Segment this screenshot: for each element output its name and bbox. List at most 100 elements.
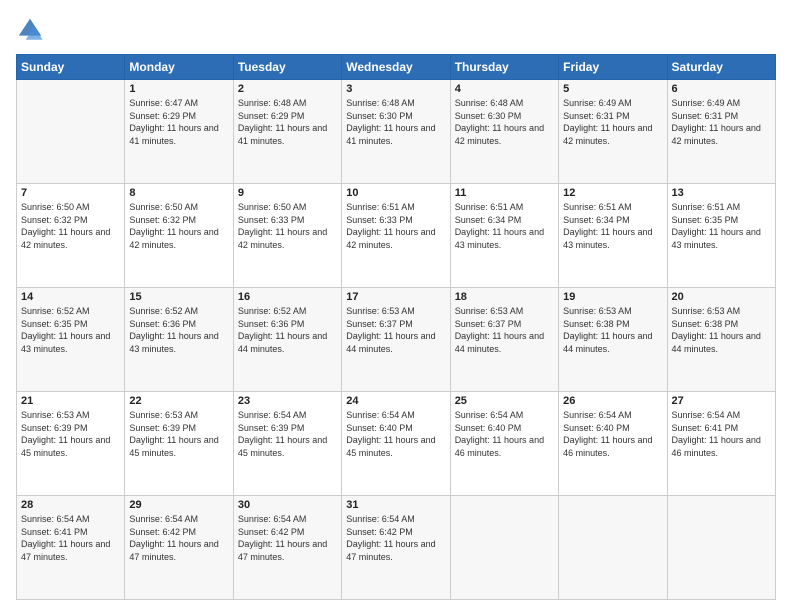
calendar-table: SundayMondayTuesdayWednesdayThursdayFrid… [16,54,776,600]
cell-info: Sunrise: 6:53 AMSunset: 6:39 PMDaylight:… [21,409,120,459]
col-header-friday: Friday [559,55,667,80]
day-number: 1 [129,83,228,95]
table-row: 14Sunrise: 6:52 AMSunset: 6:35 PMDayligh… [17,288,125,392]
table-row: 7 Sunrise: 6:50 AMSunset: 6:32 PMDaylight… [17,184,125,288]
table-row: 20 Sunrise: 6:53 AMSunset: 6:38 PMDayligh… [667,288,775,392]
table-row: 10Sunrise: 6:51 AMSunset: 6:33 PMDayligh… [342,184,450,288]
cell-info: Sunrise: 6:49 AMSunset: 6:31 PMDaylight:… [563,97,662,147]
cell-info: Sunrise: 6:51 AMSunset: 6:35 PMDaylight:… [672,201,771,251]
header [16,16,776,44]
cell-info: Sunrise: 6:52 AMSunset: 6:36 PMDaylight:… [129,305,228,355]
day-number: 25 [455,395,554,407]
table-row: 13 Sunrise: 6:51 AMSunset: 6:35 PMDayligh… [667,184,775,288]
table-row [450,496,558,600]
table-row: 25 Sunrise: 6:54 AMSunset: 6:40 PMDayligh… [450,392,558,496]
table-row: 1 Sunrise: 6:47 AMSunset: 6:29 PMDaylight… [125,80,233,184]
table-row: 31 Sunrise: 6:54 AMSunset: 6:42 PMDayligh… [342,496,450,600]
cell-info: Sunrise: 6:53 AMSunset: 6:39 PMDaylight:… [129,409,228,459]
cell-info: Sunrise: 6:51 AMSunset: 6:34 PMDaylight:… [455,201,554,251]
day-number: 8 [129,187,228,199]
cell-info: Sunrise: 6:54 AMSunset: 6:40 PMDaylight:… [563,409,662,459]
cell-info: Sunrise: 6:48 AMSunset: 6:30 PMDaylight:… [346,97,445,147]
cell-info: Sunrise: 6:48 AMSunset: 6:29 PMDaylight:… [238,97,337,147]
logo-icon [16,16,44,44]
col-header-monday: Monday [125,55,233,80]
table-row: 27 Sunrise: 6:54 AMSunset: 6:41 PMDayligh… [667,392,775,496]
day-number: 31 [346,499,445,511]
day-number: 29 [129,499,228,511]
cell-info: Sunrise: 6:54 AMSunset: 6:39 PMDaylight:… [238,409,337,459]
cell-info: Sunrise: 6:54 AMSunset: 6:42 PMDaylight:… [129,513,228,563]
cell-info: Sunrise: 6:54 AMSunset: 6:42 PMDaylight:… [346,513,445,563]
logo [16,16,48,44]
day-number: 15 [129,291,228,303]
table-row: 2 Sunrise: 6:48 AMSunset: 6:29 PMDaylight… [233,80,341,184]
day-number: 7 [21,187,120,199]
cell-info: Sunrise: 6:50 AMSunset: 6:32 PMDaylight:… [21,201,120,251]
table-row: 9 Sunrise: 6:50 AMSunset: 6:33 PMDaylight… [233,184,341,288]
day-number: 16 [238,291,337,303]
day-number: 23 [238,395,337,407]
cell-info: Sunrise: 6:54 AMSunset: 6:42 PMDaylight:… [238,513,337,563]
cell-info: Sunrise: 6:48 AMSunset: 6:30 PMDaylight:… [455,97,554,147]
cell-info: Sunrise: 6:53 AMSunset: 6:38 PMDaylight:… [672,305,771,355]
day-number: 11 [455,187,554,199]
day-number: 9 [238,187,337,199]
cell-info: Sunrise: 6:54 AMSunset: 6:40 PMDaylight:… [455,409,554,459]
day-number: 4 [455,83,554,95]
day-number: 19 [563,291,662,303]
table-row: 3Sunrise: 6:48 AMSunset: 6:30 PMDaylight… [342,80,450,184]
day-number: 6 [672,83,771,95]
table-row: 18 Sunrise: 6:53 AMSunset: 6:37 PMDayligh… [450,288,558,392]
day-number: 24 [346,395,445,407]
col-header-sunday: Sunday [17,55,125,80]
table-row: 23 Sunrise: 6:54 AMSunset: 6:39 PMDayligh… [233,392,341,496]
col-header-tuesday: Tuesday [233,55,341,80]
col-header-wednesday: Wednesday [342,55,450,80]
day-number: 30 [238,499,337,511]
cell-info: Sunrise: 6:47 AMSunset: 6:29 PMDaylight:… [129,97,228,147]
table-row: 5 Sunrise: 6:49 AMSunset: 6:31 PMDaylight… [559,80,667,184]
cell-info: Sunrise: 6:53 AMSunset: 6:37 PMDaylight:… [455,305,554,355]
cell-info: Sunrise: 6:52 AMSunset: 6:35 PMDaylight:… [21,305,120,355]
cell-info: Sunrise: 6:54 AMSunset: 6:41 PMDaylight:… [672,409,771,459]
day-number: 28 [21,499,120,511]
table-row: 28 Sunrise: 6:54 AMSunset: 6:41 PMDayligh… [17,496,125,600]
cell-info: Sunrise: 6:53 AMSunset: 6:38 PMDaylight:… [563,305,662,355]
table-row: 15 Sunrise: 6:52 AMSunset: 6:36 PMDayligh… [125,288,233,392]
day-number: 26 [563,395,662,407]
table-row [559,496,667,600]
cell-info: Sunrise: 6:53 AMSunset: 6:37 PMDaylight:… [346,305,445,355]
table-row: 8 Sunrise: 6:50 AMSunset: 6:32 PMDaylight… [125,184,233,288]
cell-info: Sunrise: 6:51 AMSunset: 6:34 PMDaylight:… [563,201,662,251]
cell-info: Sunrise: 6:50 AMSunset: 6:32 PMDaylight:… [129,201,228,251]
table-row: 19 Sunrise: 6:53 AMSunset: 6:38 PMDayligh… [559,288,667,392]
day-number: 27 [672,395,771,407]
cell-info: Sunrise: 6:54 AMSunset: 6:41 PMDaylight:… [21,513,120,563]
table-row: 24 Sunrise: 6:54 AMSunset: 6:40 PMDayligh… [342,392,450,496]
table-row: 26 Sunrise: 6:54 AMSunset: 6:40 PMDayligh… [559,392,667,496]
day-number: 17 [346,291,445,303]
table-row: 11 Sunrise: 6:51 AMSunset: 6:34 PMDayligh… [450,184,558,288]
day-number: 12 [563,187,662,199]
day-number: 2 [238,83,337,95]
day-number: 20 [672,291,771,303]
day-number: 22 [129,395,228,407]
cell-info: Sunrise: 6:50 AMSunset: 6:33 PMDaylight:… [238,201,337,251]
day-number: 13 [672,187,771,199]
table-row: 30 Sunrise: 6:54 AMSunset: 6:42 PMDayligh… [233,496,341,600]
col-header-saturday: Saturday [667,55,775,80]
table-row: 12 Sunrise: 6:51 AMSunset: 6:34 PMDayligh… [559,184,667,288]
table-row: 4 Sunrise: 6:48 AMSunset: 6:30 PMDaylight… [450,80,558,184]
table-row: 17 Sunrise: 6:53 AMSunset: 6:37 PMDayligh… [342,288,450,392]
day-number: 21 [21,395,120,407]
table-row: 29 Sunrise: 6:54 AMSunset: 6:42 PMDayligh… [125,496,233,600]
table-row [17,80,125,184]
day-number: 5 [563,83,662,95]
calendar-page: SundayMondayTuesdayWednesdayThursdayFrid… [0,0,792,612]
day-number: 18 [455,291,554,303]
table-row: 6Sunrise: 6:49 AMSunset: 6:31 PMDaylight… [667,80,775,184]
table-row: 22 Sunrise: 6:53 AMSunset: 6:39 PMDayligh… [125,392,233,496]
cell-info: Sunrise: 6:54 AMSunset: 6:40 PMDaylight:… [346,409,445,459]
table-row: 21 Sunrise: 6:53 AMSunset: 6:39 PMDayligh… [17,392,125,496]
